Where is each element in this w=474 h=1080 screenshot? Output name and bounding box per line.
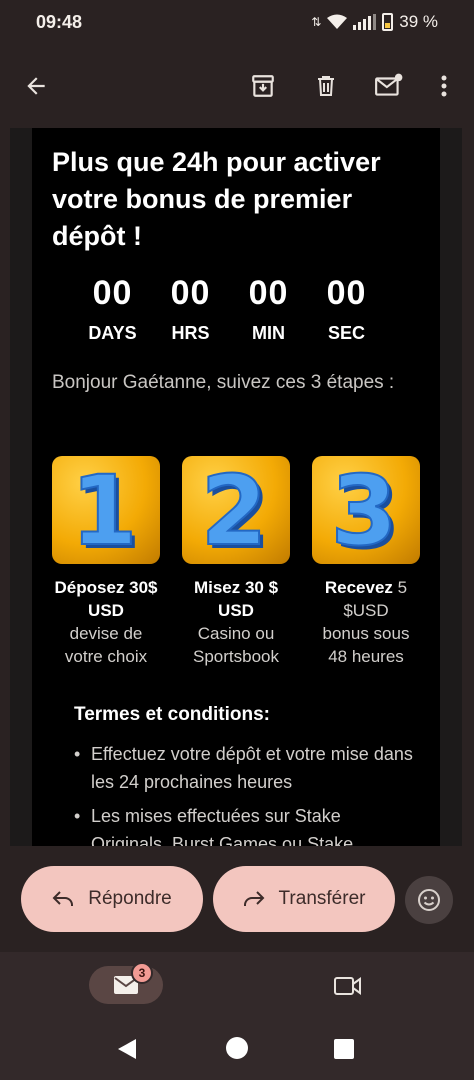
step-description: Casino ou Sportsbook: [193, 624, 279, 666]
system-home-icon[interactable]: [226, 1037, 248, 1059]
video-camera-icon: [334, 977, 361, 995]
step-2-text: Misez 30 $ USD Casino ou Sportsbook: [182, 576, 290, 668]
step-title: Recevez: [324, 578, 393, 597]
step-description: devise de votre choix: [64, 624, 148, 666]
app-bar: [0, 56, 474, 120]
more-vert-icon: [441, 75, 447, 97]
step-number: 1: [71, 456, 138, 564]
delete-button[interactable]: [306, 66, 346, 106]
status-time: 09:48: [36, 12, 83, 32]
terms-item: Les mises effectuées sur Stake Originals…: [74, 802, 414, 846]
email-content-frame[interactable]: Plus que 24h pour activer votre bonus de…: [10, 128, 462, 846]
archive-button[interactable]: [243, 66, 283, 106]
back-button[interactable]: [16, 66, 56, 106]
forward-icon: [243, 891, 264, 906]
steps-row: 1 1 Déposez 30$ USD devise de votre choi…: [52, 456, 420, 668]
unread-badge: 3: [131, 962, 153, 984]
timer-value: 00: [248, 274, 289, 312]
step-2-image: 2 2: [182, 456, 290, 564]
mark-unread-button[interactable]: [369, 66, 409, 106]
step-2: 2 2 Misez 30 $ USD Casino ou Sportsbook: [182, 456, 290, 668]
emoji-icon: [418, 889, 440, 911]
timer-minutes: 00 MIN: [242, 274, 295, 344]
battery-level: 39 %: [399, 12, 438, 31]
mark-unread-icon: [375, 73, 403, 96]
timer-value: 00: [326, 274, 367, 312]
step-1-text: Déposez 30$ USD devise de votre choix: [52, 576, 160, 668]
more-options-button[interactable]: [424, 66, 464, 106]
reply-button[interactable]: Répondre: [21, 866, 203, 932]
status-icons: ⇅ 39 %: [311, 12, 438, 32]
timer-days: 00 DAYS: [86, 274, 139, 344]
terms-title: Termes et conditions:: [74, 704, 271, 725]
timer-label: HRS: [171, 323, 210, 343]
step-title: Déposez 30$ USD: [54, 578, 158, 620]
bottom-navigation: 3: [0, 952, 474, 1080]
email-greeting: Bonjour Gaétanne, suivez ces 3 étapes :: [52, 372, 395, 393]
step-description: bonus sous 48 heures: [322, 624, 410, 666]
forward-label: Transférer: [278, 888, 366, 909]
wifi-icon: [327, 14, 348, 29]
system-recents-icon[interactable]: [334, 1039, 354, 1059]
signal-icon: [353, 14, 377, 30]
step-1-image: 1 1: [52, 456, 160, 564]
emoji-reaction-button[interactable]: [405, 876, 453, 924]
step-1: 1 1 Déposez 30$ USD devise de votre choi…: [52, 456, 160, 668]
timer-label: SEC: [327, 323, 365, 343]
forward-button[interactable]: Transférer: [213, 866, 395, 932]
email-headline: Plus que 24h pour activer votre bonus de…: [52, 147, 381, 251]
back-arrow-icon: [27, 77, 45, 95]
data-transfer-icon: ⇅: [311, 15, 322, 29]
terms-list: Effectuez votre dépôt et votre mise dans…: [74, 740, 414, 846]
step-3-text: Recevez 5 $USD bonus sous 48 heures: [312, 576, 420, 668]
meet-tab[interactable]: [330, 968, 366, 1004]
step-title: Misez 30 $ USD: [193, 578, 279, 620]
reply-bar: Répondre Transférer: [0, 846, 474, 952]
countdown-timer: 00 DAYS 00 HRS 00 MIN 00 SEC: [86, 274, 373, 344]
step-number: 2: [201, 456, 268, 564]
timer-label: MIN: [252, 323, 285, 343]
system-back-icon[interactable]: [116, 1038, 138, 1060]
terms-item: Effectuez votre dépôt et votre mise dans…: [74, 740, 414, 796]
step-number: 3: [331, 456, 398, 564]
mail-tab[interactable]: 3: [89, 962, 163, 1004]
timer-hours: 00 HRS: [164, 274, 217, 344]
archive-icon: [252, 75, 274, 97]
reply-icon: [52, 891, 74, 906]
timer-value: 00: [170, 274, 211, 312]
step-3-image: 3 3: [312, 456, 420, 564]
email-body: Plus que 24h pour activer votre bonus de…: [32, 128, 440, 846]
status-bar: 09:48 ⇅ 39 %: [0, 0, 474, 48]
step-3: 3 3 Recevez 5 $USD bonus sous 48 heures: [312, 456, 420, 668]
battery-icon: [382, 13, 394, 31]
timer-value: 00: [92, 274, 133, 312]
trash-icon: [318, 76, 334, 96]
timer-seconds: 00 SEC: [320, 274, 373, 344]
timer-label: DAYS: [88, 323, 137, 343]
reply-label: Répondre: [88, 888, 172, 909]
